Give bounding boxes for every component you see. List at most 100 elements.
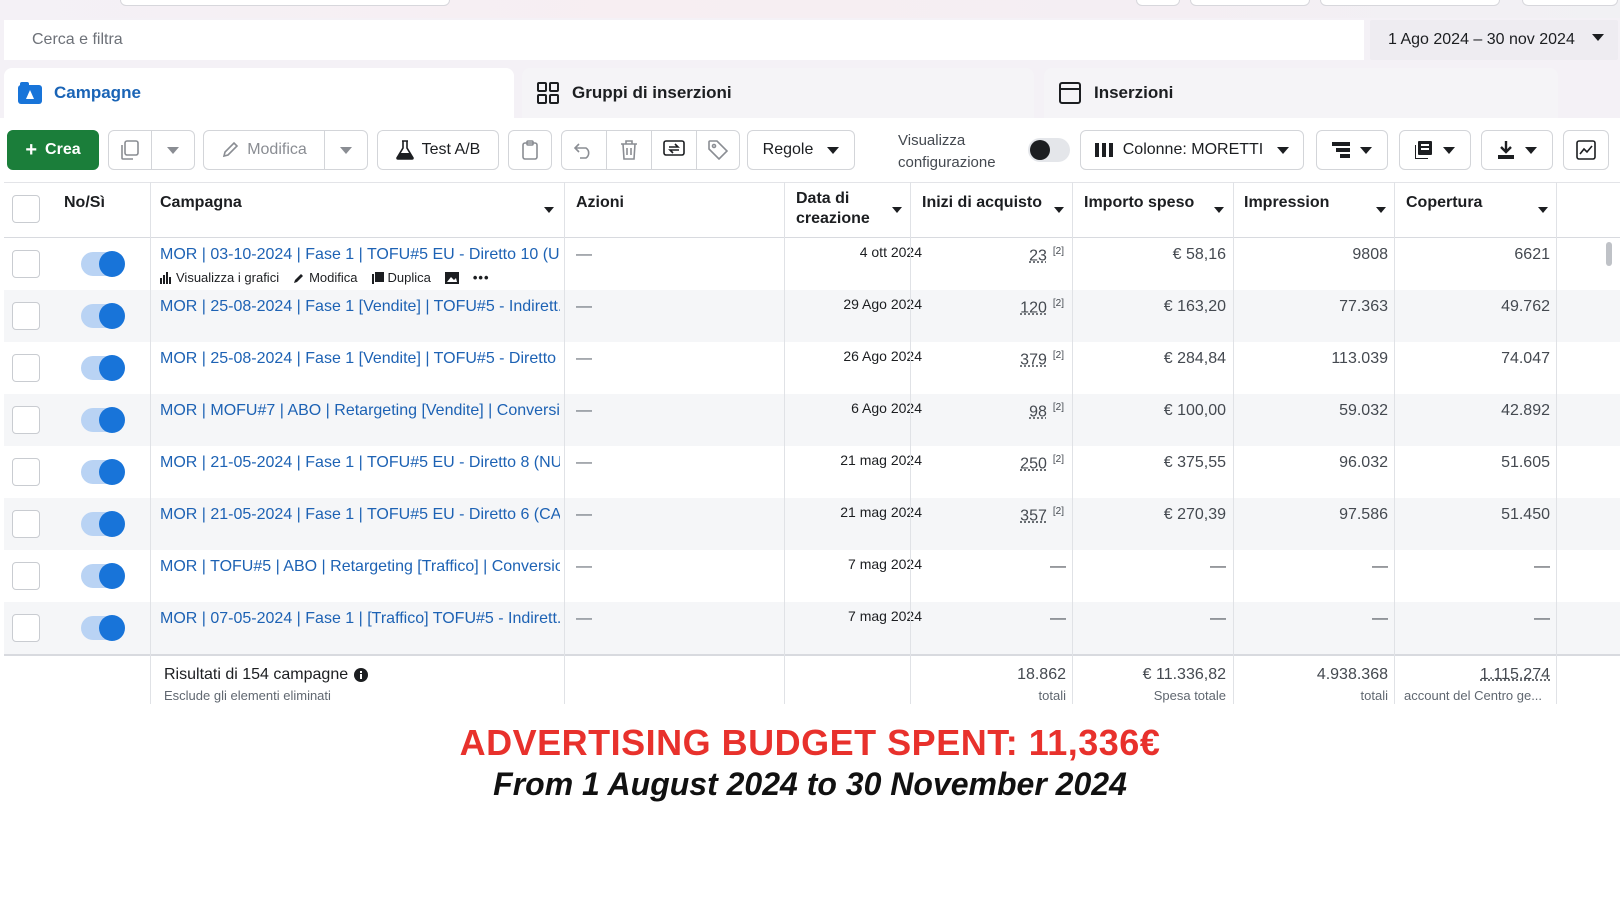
vertical-scrollbar[interactable] [1606, 242, 1612, 266]
toggle-knob [99, 511, 125, 537]
undo-button[interactable] [561, 130, 607, 170]
table-row[interactable]: MOR | 21-05-2024 | Fase 1 | TOFU#5 EU - … [4, 498, 1620, 550]
campaign-toggle[interactable] [81, 251, 125, 277]
table-row[interactable]: MOR | 25-08-2024 | Fase 1 [Vendite] | TO… [4, 342, 1620, 394]
campaign-toggle[interactable] [81, 355, 125, 381]
tab-ad-sets-label: Gruppi di inserzioni [572, 83, 732, 102]
table-row[interactable]: MOR | TOFU#5 | ABO | Retargeting [Traffi… [4, 550, 1620, 602]
columns-label: Colonne: MORETTI [1122, 141, 1264, 158]
select-all-checkbox[interactable] [12, 195, 40, 223]
edit-action[interactable]: Modifica [293, 270, 358, 285]
impressions-cell: 97.586 [1339, 506, 1388, 523]
view-config-toggle[interactable] [1028, 138, 1070, 162]
purchases-cell: 23 [2] [912, 246, 1064, 265]
campaign-name-link[interactable]: MOR | 21-05-2024 | Fase 1 | TOFU#5 EU - … [160, 506, 560, 524]
budget-period: From 1 August 2024 to 30 November 2024 [493, 766, 1127, 802]
columns-button[interactable]: Colonne: MORETTI [1080, 130, 1304, 170]
table-row[interactable]: MOR | 21-05-2024 | Fase 1 | TOFU#5 EU - … [4, 446, 1620, 498]
header-spent[interactable]: Importo speso [1074, 183, 1234, 239]
duplicate-action[interactable]: Duplica [371, 270, 431, 285]
create-button[interactable]: + Crea [7, 130, 99, 170]
rules-button[interactable]: Regole [747, 130, 855, 170]
campaign-toggle[interactable] [81, 459, 125, 485]
row-checkbox[interactable] [12, 354, 40, 382]
export-button[interactable] [1481, 130, 1553, 170]
header-impressions-label: Impression [1244, 194, 1330, 211]
purchases-value[interactable]: 250 [1020, 455, 1047, 472]
tab-campaigns[interactable]: Campagne [4, 68, 514, 118]
duplicate-button[interactable] [108, 130, 152, 170]
campaign-toggle[interactable] [81, 563, 125, 589]
purchases-value[interactable]: 98 [1029, 403, 1047, 420]
campaign-name-link[interactable]: MOR | 25-08-2024 | Fase 1 [Vendite] | TO… [160, 298, 560, 316]
campaign-toggle[interactable] [81, 303, 125, 329]
campaign-toggle[interactable] [81, 407, 125, 433]
duplicate-dropdown-button[interactable] [151, 130, 195, 170]
impressions-cell: 77.363 [1339, 298, 1388, 315]
actions-cell: — [576, 350, 592, 367]
table-row[interactable]: MOR | 03-10-2024 | Fase 1 | TOFU#5 EU - … [4, 238, 1620, 290]
info-icon[interactable] [354, 668, 369, 682]
campaign-icon [18, 82, 42, 104]
campaign-name-link[interactable]: MOR | 03-10-2024 | Fase 1 | TOFU#5 EU - … [160, 246, 560, 264]
row-checkbox[interactable] [12, 302, 40, 330]
more-options-icon[interactable]: ••• [473, 270, 490, 285]
purchases-value[interactable]: 120 [1020, 299, 1047, 316]
header-purchases[interactable]: Inizi di acquisto [912, 183, 1074, 239]
impressions-cell: 96.032 [1339, 454, 1388, 471]
row-checkbox[interactable] [12, 458, 40, 486]
delete-button[interactable] [606, 130, 652, 170]
purchases-value[interactable]: 23 [1029, 247, 1047, 264]
compare-button[interactable] [651, 130, 697, 170]
campaign-name-link[interactable]: MOR | 07-05-2024 | Fase 1 | [Traffico] T… [160, 610, 560, 628]
campaign-name-link[interactable]: MOR | 21-05-2024 | Fase 1 | TOFU#5 EU - … [160, 454, 560, 472]
reports-button[interactable] [1399, 130, 1471, 170]
table-row[interactable]: MOR | 25-08-2024 | Fase 1 [Vendite] | TO… [4, 290, 1620, 342]
search-input[interactable] [4, 20, 1364, 60]
edit-dropdown-button[interactable] [324, 130, 368, 170]
tag-button[interactable] [696, 130, 740, 170]
rules-label: Regole [762, 141, 814, 158]
campaign-name-link[interactable]: MOR | TOFU#5 | ABO | Retargeting [Traffi… [160, 558, 560, 576]
campaign-toggle[interactable] [81, 615, 125, 641]
clipboard-button[interactable] [508, 130, 552, 170]
preview-action[interactable] [444, 271, 459, 284]
row-checkbox[interactable] [12, 406, 40, 434]
tab-ad-sets[interactable]: Gruppi di inserzioni [522, 68, 1034, 118]
pencil-icon [223, 141, 239, 158]
grid-icon [536, 82, 560, 104]
edit-button[interactable]: Modifica [203, 130, 325, 170]
date-range-picker[interactable]: 1 Ago 2024 – 30 nov 2024 [1370, 20, 1618, 60]
table-row[interactable]: MOR | 07-05-2024 | Fase 1 | [Traffico] T… [4, 602, 1620, 654]
purchases-value[interactable]: 379 [1020, 351, 1047, 368]
sort-caret-icon [1538, 207, 1548, 213]
toggle-knob [99, 459, 125, 485]
row-checkbox[interactable] [12, 562, 40, 590]
header-impressions[interactable]: Impression [1234, 183, 1396, 239]
ab-test-button[interactable]: Test A/B [377, 130, 499, 170]
tab-campaigns-label: Campagne [54, 83, 141, 102]
purchases-cell: 120 [2] [912, 298, 1064, 317]
row-checkbox[interactable] [12, 250, 40, 278]
row-checkbox[interactable] [12, 614, 40, 642]
purchases-cell: 98 [2] [912, 402, 1064, 421]
created-date-cell: 26 Ago 2024 [843, 348, 922, 364]
campaign-name-link[interactable]: MOR | 25-08-2024 | Fase 1 [Vendite] | TO… [160, 350, 560, 368]
bar-chart-icon [160, 271, 171, 284]
purchases-value[interactable]: 357 [1020, 507, 1047, 524]
table-row[interactable]: MOR | MOFU#7 | ABO | Retargeting [Vendit… [4, 394, 1620, 446]
chart-view-button[interactable] [1563, 130, 1609, 170]
view-charts-action[interactable]: Visualizza i grafici [160, 270, 279, 285]
tab-ads[interactable]: Inserzioni [1044, 68, 1558, 118]
header-campaign[interactable]: Campagna [150, 183, 564, 239]
campaign-toggle[interactable] [81, 511, 125, 537]
breakdown-button[interactable] [1316, 130, 1388, 170]
reach-cell: 49.762 [1501, 298, 1550, 315]
header-created[interactable]: Data di creazione [786, 183, 912, 239]
campaign-name-link[interactable]: MOR | MOFU#7 | ABO | Retargeting [Vendit… [160, 402, 560, 420]
ab-test-label: Test A/B [421, 141, 481, 158]
impressions-cell: 59.032 [1339, 402, 1388, 419]
row-checkbox[interactable] [12, 510, 40, 538]
summary-reach[interactable]: 1.115.274 [1396, 666, 1550, 684]
header-reach[interactable]: Copertura [1396, 183, 1558, 239]
